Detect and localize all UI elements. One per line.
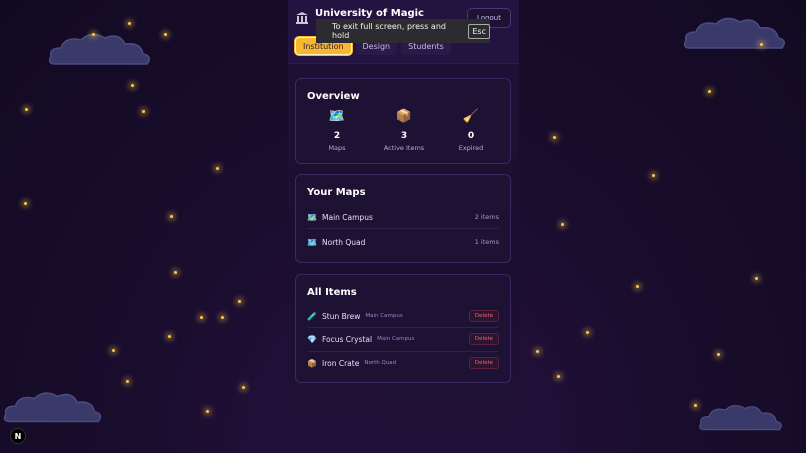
firefly-decoration bbox=[142, 110, 145, 113]
firefly-decoration bbox=[553, 136, 556, 139]
toast-text: To exit full screen, press and hold bbox=[332, 22, 446, 40]
item-map-name: North Quad bbox=[364, 360, 397, 366]
firefly-decoration bbox=[174, 271, 177, 274]
stat-label: Maps bbox=[328, 144, 346, 152]
firefly-decoration bbox=[24, 202, 27, 205]
firefly-decoration bbox=[536, 350, 539, 353]
firefly-decoration bbox=[216, 167, 219, 170]
firefly-decoration bbox=[238, 300, 241, 303]
map-icon: 🗺️ bbox=[328, 109, 346, 124]
firefly-decoration bbox=[755, 277, 758, 280]
maps-card: Your Maps 🗺️ Main Campus 2 items 🗺️ Nort… bbox=[295, 174, 511, 263]
firefly-decoration bbox=[168, 335, 171, 338]
firefly-decoration bbox=[126, 380, 129, 383]
crate-icon: 📦 bbox=[307, 358, 317, 368]
firefly-decoration bbox=[586, 331, 589, 334]
map-name: Main Campus bbox=[322, 212, 373, 222]
fullscreen-toast: To exit full screen, press and hold Esc bbox=[316, 19, 490, 43]
cloud-decoration bbox=[48, 33, 150, 65]
stat-expired: 🧹 0 Expired bbox=[436, 109, 506, 152]
delete-button[interactable]: Delete bbox=[468, 357, 499, 369]
stat-active-items: 📦 3 Active Items bbox=[369, 109, 439, 152]
firefly-decoration bbox=[131, 84, 134, 87]
esc-key-badge: Esc bbox=[468, 23, 490, 39]
map-icon: 🗺️ bbox=[307, 212, 317, 222]
stat-value: 0 bbox=[467, 131, 475, 141]
firefly-decoration bbox=[652, 174, 655, 177]
firefly-decoration bbox=[636, 285, 639, 288]
items-title: All Items bbox=[307, 287, 357, 298]
stat-label: Expired bbox=[458, 144, 484, 152]
firefly-decoration bbox=[242, 386, 245, 389]
maps-title: Your Maps bbox=[307, 187, 366, 198]
map-row[interactable]: 🗺️ Main Campus 2 items bbox=[307, 206, 499, 228]
broom-icon: 🧹 bbox=[462, 109, 480, 124]
firefly-decoration bbox=[25, 108, 28, 111]
cloud-decoration bbox=[683, 17, 785, 49]
item-name: Stun Brew bbox=[322, 311, 361, 321]
firefly-decoration bbox=[694, 404, 697, 407]
institution-icon bbox=[296, 12, 308, 24]
cloud-decoration bbox=[699, 404, 782, 431]
stat-maps: 🗺️ 2 Maps bbox=[302, 109, 372, 152]
firefly-decoration bbox=[708, 90, 711, 93]
firefly-decoration bbox=[760, 43, 763, 46]
firefly-decoration bbox=[112, 349, 115, 352]
firefly-decoration bbox=[128, 22, 131, 25]
overview-card: Overview 🗺️ 2 Maps 📦 3 Active Items 🧹 0 … bbox=[295, 78, 511, 164]
firefly-decoration bbox=[164, 33, 167, 36]
delete-button[interactable]: Delete bbox=[468, 333, 499, 345]
map-row[interactable]: 🗺️ North Quad 1 items bbox=[307, 231, 499, 253]
item-row: 📦 Iron Crate North Quad Delete bbox=[307, 352, 499, 374]
potion-icon: 🧪 bbox=[307, 311, 317, 321]
stat-label: Active Items bbox=[383, 144, 425, 152]
firefly-decoration bbox=[561, 223, 564, 226]
main-column: University of Magic Logout Institution D… bbox=[288, 0, 519, 453]
delete-button[interactable]: Delete bbox=[468, 310, 499, 322]
item-map-name: Main Campus bbox=[365, 313, 403, 319]
firefly-decoration bbox=[557, 375, 560, 378]
map-item-count: 2 items bbox=[474, 213, 499, 221]
item-name: Focus Crystal bbox=[322, 334, 373, 344]
firefly-decoration bbox=[221, 316, 224, 319]
nextjs-logo-icon[interactable]: N bbox=[10, 428, 26, 444]
map-item-count: 1 items bbox=[474, 238, 499, 246]
firefly-decoration bbox=[92, 33, 95, 36]
stat-value: 3 bbox=[400, 131, 408, 141]
row-divider bbox=[307, 228, 499, 229]
firefly-decoration bbox=[206, 410, 209, 413]
item-map-name: Main Campus bbox=[377, 336, 415, 342]
item-name: Iron Crate bbox=[322, 358, 360, 368]
gem-icon: 💎 bbox=[307, 334, 317, 344]
firefly-decoration bbox=[717, 353, 720, 356]
institution-name: University of Magic bbox=[315, 8, 424, 19]
stat-value: 2 bbox=[333, 131, 341, 141]
overview-title: Overview bbox=[307, 91, 360, 102]
map-name: North Quad bbox=[322, 237, 366, 247]
firefly-decoration bbox=[200, 316, 203, 319]
item-row: 🧪 Stun Brew Main Campus Delete bbox=[307, 305, 499, 327]
item-row: 💎 Focus Crystal Main Campus Delete bbox=[307, 328, 499, 350]
cloud-decoration bbox=[3, 392, 102, 423]
firefly-decoration bbox=[170, 215, 173, 218]
items-card: All Items 🧪 Stun Brew Main Campus Delete… bbox=[295, 274, 511, 383]
map-icon: 🗺️ bbox=[307, 237, 317, 247]
box-icon: 📦 bbox=[395, 109, 413, 124]
